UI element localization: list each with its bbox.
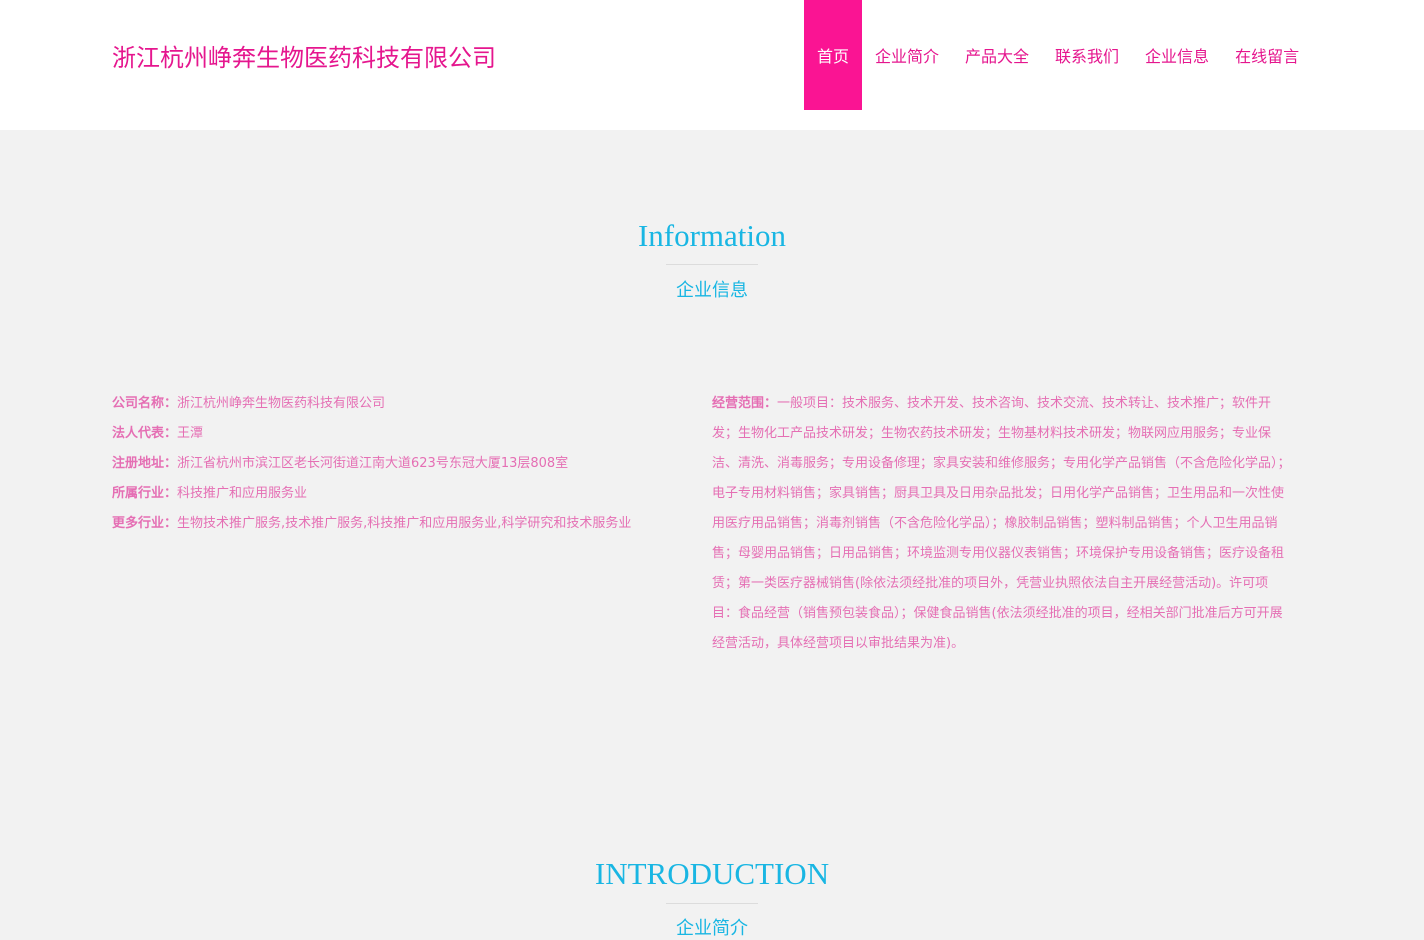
address-label: 注册地址： bbox=[112, 456, 178, 471]
more-industry-label: 更多行业： bbox=[112, 516, 178, 531]
nav-item-products[interactable]: 产品大全 bbox=[952, 0, 1042, 110]
company-basic-info: 公司名称：浙江杭州峥奔生物医药科技有限公司 法人代表：王潭 注册地址：浙江省杭州… bbox=[112, 389, 692, 539]
information-subtitle: 企业信息 bbox=[676, 280, 748, 301]
site-brand[interactable]: 浙江杭州峥奔生物医药科技有限公司 bbox=[112, 38, 496, 73]
address-row: 注册地址：浙江省杭州市滨江区老长河街道江南大道623号东冠大厦13层808室 bbox=[112, 449, 692, 479]
nav-item-message[interactable]: 在线留言 bbox=[1222, 0, 1312, 110]
main-nav: 首页 企业简介 产品大全 联系我们 企业信息 在线留言 bbox=[804, 0, 1312, 110]
introduction-divider bbox=[666, 903, 758, 904]
site-header: 浙江杭州峥奔生物医药科技有限公司 首页 企业简介 产品大全 联系我们 企业信息 … bbox=[0, 0, 1424, 130]
industry-row: 所属行业：科技推广和应用服务业 bbox=[112, 479, 692, 509]
information-heading: Information bbox=[637, 218, 787, 253]
industry-label: 所属行业： bbox=[112, 486, 178, 501]
introduction-heading: INTRODUCTION bbox=[594, 856, 830, 891]
nav-item-company-info[interactable]: 企业信息 bbox=[1132, 0, 1222, 110]
more-industry-row: 更多行业：生物技术推广服务,技术推广服务,科技推广和应用服务业,科学研究和技术服… bbox=[112, 509, 692, 539]
company-name-label: 公司名称： bbox=[112, 396, 178, 411]
company-name-row: 公司名称：浙江杭州峥奔生物医药科技有限公司 bbox=[112, 389, 692, 419]
legal-rep-label: 法人代表： bbox=[112, 426, 178, 441]
address-value: 浙江省杭州市滨江区老长河街道江南大道623号东冠大厦13层808室 bbox=[177, 456, 569, 471]
nav-item-home[interactable]: 首页 bbox=[804, 0, 862, 110]
nav-item-contact[interactable]: 联系我们 bbox=[1042, 0, 1132, 110]
legal-rep-value: 王潭 bbox=[177, 426, 204, 441]
more-industry-value: 生物技术推广服务,技术推广服务,科技推广和应用服务业,科学研究和技术服务业 bbox=[177, 516, 632, 531]
business-scope: 经营范围：一般项目：技术服务、技术开发、技术咨询、技术交流、技术转让、技术推广；… bbox=[712, 389, 1294, 659]
business-scope-value: 一般项目：技术服务、技术开发、技术咨询、技术交流、技术转让、技术推广；软件开发；… bbox=[712, 396, 1291, 651]
company-name-value: 浙江杭州峥奔生物医药科技有限公司 bbox=[177, 396, 386, 411]
industry-value: 科技推广和应用服务业 bbox=[177, 486, 308, 501]
legal-rep-row: 法人代表：王潭 bbox=[112, 419, 692, 449]
introduction-subtitle: 企业简介 bbox=[676, 918, 748, 939]
nav-item-about[interactable]: 企业简介 bbox=[862, 0, 952, 110]
business-scope-label: 经营范围： bbox=[712, 396, 778, 411]
information-divider bbox=[666, 264, 758, 265]
